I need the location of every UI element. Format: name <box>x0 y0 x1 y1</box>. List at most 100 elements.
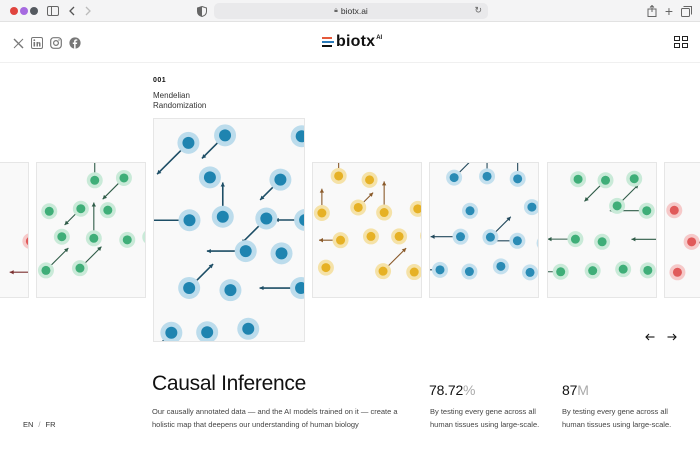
tab-overview-icon[interactable] <box>680 3 692 19</box>
network-illustration <box>313 163 421 281</box>
stat-description: By testing every gene across all human t… <box>430 407 540 429</box>
node-dot <box>513 174 523 184</box>
network-illustration <box>37 163 145 279</box>
node-dot <box>456 232 466 242</box>
menu-cell <box>674 36 680 41</box>
language-option-en[interactable]: EN <box>23 420 33 429</box>
node-dot <box>687 237 697 247</box>
node-dot <box>379 208 389 218</box>
url-text: biotx.ai <box>340 6 368 16</box>
node-dot <box>449 173 459 183</box>
arrowhead-icon <box>430 234 435 239</box>
stat-value: 78.72% <box>429 382 476 398</box>
language-separator: / <box>38 420 41 429</box>
forward-icon[interactable] <box>82 3 94 19</box>
network-illustration <box>9 233 28 275</box>
node-dot <box>203 171 216 184</box>
window-zoom-button[interactable] <box>30 7 38 15</box>
node-dot <box>642 206 652 216</box>
privacy-shield-icon[interactable] <box>196 3 208 19</box>
logo-text: biotx <box>336 33 376 50</box>
network-illustration <box>548 170 656 280</box>
next-arrow-icon[interactable] <box>666 331 678 343</box>
linkedin-icon[interactable] <box>30 36 44 50</box>
logo-bar-2 <box>322 41 334 43</box>
card-green-left[interactable] <box>36 162 146 298</box>
node-dot <box>317 208 327 218</box>
menu-cell <box>682 36 688 41</box>
card-blue[interactable] <box>429 162 539 298</box>
site-logo[interactable]: biotx AI <box>322 34 382 50</box>
arrowhead-icon <box>259 285 264 291</box>
node-dot <box>334 171 344 181</box>
node-dot <box>183 214 196 227</box>
stat-value: 87M <box>562 382 589 398</box>
menu-cell <box>682 43 688 48</box>
x-icon[interactable] <box>11 36 25 50</box>
card-red-partial-left[interactable] <box>0 162 29 298</box>
lock-icon: 🔒︎ <box>334 7 338 14</box>
menu-grid-icon[interactable] <box>674 36 688 48</box>
node-dot <box>57 232 67 242</box>
node-dot <box>321 263 331 273</box>
node-dot <box>527 202 537 212</box>
network-illustration <box>666 202 700 281</box>
node-dot <box>512 236 522 246</box>
node-dot <box>618 264 628 274</box>
network-illustration <box>430 163 538 281</box>
node-dot <box>41 265 51 275</box>
reload-icon[interactable]: ↻ <box>474 5 482 16</box>
node-dot <box>201 326 214 339</box>
stat-unit: M <box>577 382 589 398</box>
back-icon[interactable] <box>66 3 78 19</box>
window-close-button[interactable] <box>10 7 18 15</box>
node-dot <box>378 266 388 276</box>
node-dot <box>224 284 237 297</box>
logo-bar-1 <box>322 37 332 39</box>
card-green-right[interactable] <box>547 162 657 298</box>
node-dot <box>182 136 195 149</box>
node-dot <box>525 267 535 277</box>
browser-toolbar: 🔒︎ biotx.ai ↻ + <box>0 0 700 22</box>
arrowhead-icon <box>9 270 14 275</box>
node-dot <box>573 174 583 184</box>
prev-arrow-icon[interactable] <box>644 331 656 343</box>
node-dot <box>365 175 375 185</box>
sidebar-toggle-icon[interactable] <box>46 3 60 19</box>
stat-number: 87 <box>562 382 578 398</box>
arrowhead-icon <box>220 182 225 187</box>
node-ring <box>142 230 145 244</box>
window-minimize-button[interactable] <box>20 7 28 15</box>
share-icon[interactable] <box>646 3 658 19</box>
node-dot <box>89 233 99 243</box>
facebook-icon[interactable] <box>68 36 82 50</box>
node-dot <box>409 267 419 277</box>
arrowhead-icon <box>548 236 552 242</box>
node-dot <box>394 231 404 241</box>
logo-superscript: AI <box>376 35 383 41</box>
node-dot <box>485 232 495 242</box>
card-red-partial-right[interactable] <box>664 162 700 298</box>
node-dot <box>75 263 85 273</box>
arrowhead-icon <box>631 237 636 242</box>
node-dot <box>275 247 288 260</box>
node-dot <box>366 231 376 241</box>
node-dot <box>122 235 132 245</box>
node-dot <box>643 265 653 275</box>
card-orange[interactable] <box>312 162 422 298</box>
node-dot <box>165 326 178 339</box>
new-tab-icon[interactable]: + <box>663 3 675 19</box>
card-blue-featured[interactable] <box>153 118 305 342</box>
node-ring <box>420 231 421 240</box>
stat-description: By testing every gene across all human t… <box>562 407 672 429</box>
language-option-fr[interactable]: FR <box>46 420 56 429</box>
node-dot <box>669 205 679 215</box>
node-dot <box>76 204 86 214</box>
instagram-icon[interactable] <box>49 36 63 50</box>
arrowhead-icon <box>206 248 211 254</box>
node-ring <box>536 238 538 248</box>
arrowhead-icon <box>381 181 387 186</box>
page-description: Our causally annotated data — and the AI… <box>152 407 398 429</box>
address-bar[interactable]: 🔒︎ biotx.ai ↻ <box>214 3 488 19</box>
feature-number: 001 <box>153 77 167 84</box>
